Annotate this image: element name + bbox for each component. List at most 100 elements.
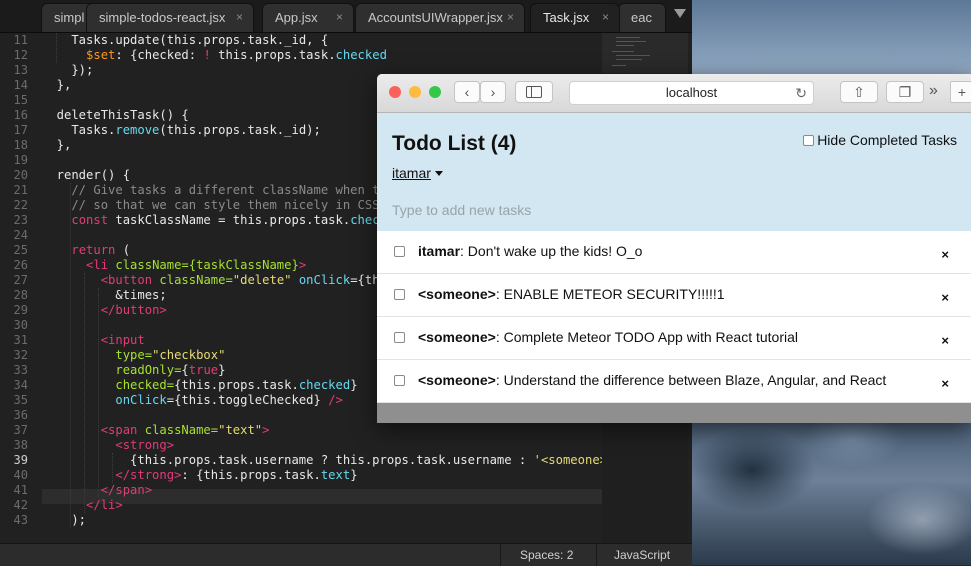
task-username: <someone> [418,329,496,345]
code-token: // Give tasks a different className when… [42,183,395,197]
task-username: itamar [418,243,461,259]
close-tab-icon[interactable]: × [507,4,514,31]
editor-tab-bar: simpl simple-todos-react.jsx × App.jsx × Acco… [0,0,692,33]
forward-button[interactable]: › [480,81,506,103]
close-tab-icon[interactable]: × [336,4,343,31]
minimap-viewport[interactable] [602,33,688,73]
close-tab-icon[interactable]: × [236,4,243,31]
line-number: 42 [13,498,28,512]
task-checkbox[interactable] [394,332,405,343]
code-token: this.props.task. [210,48,336,62]
zoom-window-button[interactable] [429,86,441,98]
line-number: 30 [13,318,28,332]
line-number: 35 [13,393,28,407]
hide-completed-checkbox[interactable] [803,134,815,146]
code-token: > [298,258,307,272]
share-button[interactable]: ⇧ [840,81,878,103]
code-line: <input [42,333,145,348]
editor-tab[interactable]: AccountsUIWrapper.jsx × [355,3,525,32]
code-line: &times; [42,288,166,303]
code-token: // so that we can style them nicely in C… [42,198,380,212]
line-number: 31 [13,333,28,347]
line-number: 43 [13,513,28,527]
line-number: 34 [13,378,28,392]
browser-window: ‹ › localhost ↻ ⇧ ❐ » + Todo List (4) Hi… [377,74,971,423]
code-line: // Give tasks a different className when… [42,183,394,198]
sidebar-button[interactable] [515,81,553,103]
code-token: }, [42,78,72,92]
line-number: 37 [13,423,28,437]
line-number: 17 [13,123,28,137]
indentation-status[interactable]: Spaces: 2 [520,548,573,562]
code-line: <button className="delete" onClick={this [42,273,395,288]
chevron-right-icon: › [490,84,496,100]
code-line: Tasks.remove(this.props.task._id); [42,123,321,138]
editor-tab[interactable]: App.jsx × [262,3,354,32]
syntax-status[interactable]: JavaScript [614,548,670,562]
task-checkbox[interactable] [394,375,405,386]
line-number: 13 [13,63,28,77]
code-token: update [115,33,160,47]
code-token: Tasks. [42,123,116,137]
line-number: 33 [13,363,28,377]
line-number: 38 [13,438,28,452]
reload-icon[interactable]: ↻ [795,82,807,104]
delete-task-button[interactable]: × [941,290,949,305]
minimize-window-button[interactable] [409,86,421,98]
tabs-menu-chevron-icon[interactable] [674,9,686,18]
code-line: Tasks.update(this.props.task._id, { [42,33,328,48]
account-dropdown[interactable]: itamar [392,165,443,181]
code-token: } [350,468,358,482]
delete-task-button[interactable]: × [941,333,949,348]
code-token: }, [42,138,72,152]
line-number: 20 [13,168,28,182]
code-token: "delete" [232,273,292,287]
new-tab-button[interactable]: + [950,81,971,103]
hide-completed-toggle[interactable]: Hide Completed Tasks [803,132,957,148]
browser-toolbar: ‹ › localhost ↻ ⇧ ❐ » + [377,74,971,113]
delete-task-button[interactable]: × [941,376,949,391]
line-number: 32 [13,348,28,362]
more-toolbar-icon[interactable]: » [929,82,938,100]
code-line: {this.props.task.username ? this.props.t… [42,453,602,468]
delete-task-button[interactable]: × [941,247,949,262]
code-token: taskClassName = this.props.task. [108,213,351,227]
editor-tab[interactable]: Task.jsx × [530,3,620,32]
code-token: readOnly= [42,363,182,377]
code-line: render() { [42,168,130,183]
code-token: Tasks. [42,33,116,47]
close-window-button[interactable] [389,86,401,98]
code-line: readOnly={true} [42,363,225,378]
task-checkbox[interactable] [394,289,405,300]
editor-tab-label: AccountsUIWrapper.jsx [368,10,503,25]
code-line: <span className="text"> [42,423,270,438]
close-tab-icon[interactable]: × [602,4,609,31]
task-checkbox[interactable] [394,246,405,257]
back-button[interactable]: ‹ [454,81,480,103]
show-tabs-button[interactable]: ❐ [886,81,924,103]
code-token: "text" [218,423,263,437]
code-token: type= [42,348,153,362]
code-token: true [188,363,219,377]
task-list: itamar: Don't wake up the kids! O_o × <som… [377,231,971,403]
editor-tab[interactable]: simple-todos-react.jsx × [86,3,254,32]
code-token: (this.props.task._id, { [159,33,329,47]
address-bar[interactable]: localhost ↻ [569,81,814,105]
plus-icon: + [957,84,967,100]
line-number: 29 [13,303,28,317]
tabs-overview-icon: ❐ [898,84,912,100]
code-token: className= [137,423,219,437]
line-number: 19 [13,153,28,167]
code-token: remove [115,123,160,137]
code-token: ={this.toggleChecked} [166,393,329,407]
new-task-input[interactable] [392,202,792,218]
code-token: : {this.props.task. [181,468,321,482]
editor-tab[interactable]: eac [618,3,666,32]
code-token: <input [100,333,145,347]
code-token: onClick [291,273,351,287]
